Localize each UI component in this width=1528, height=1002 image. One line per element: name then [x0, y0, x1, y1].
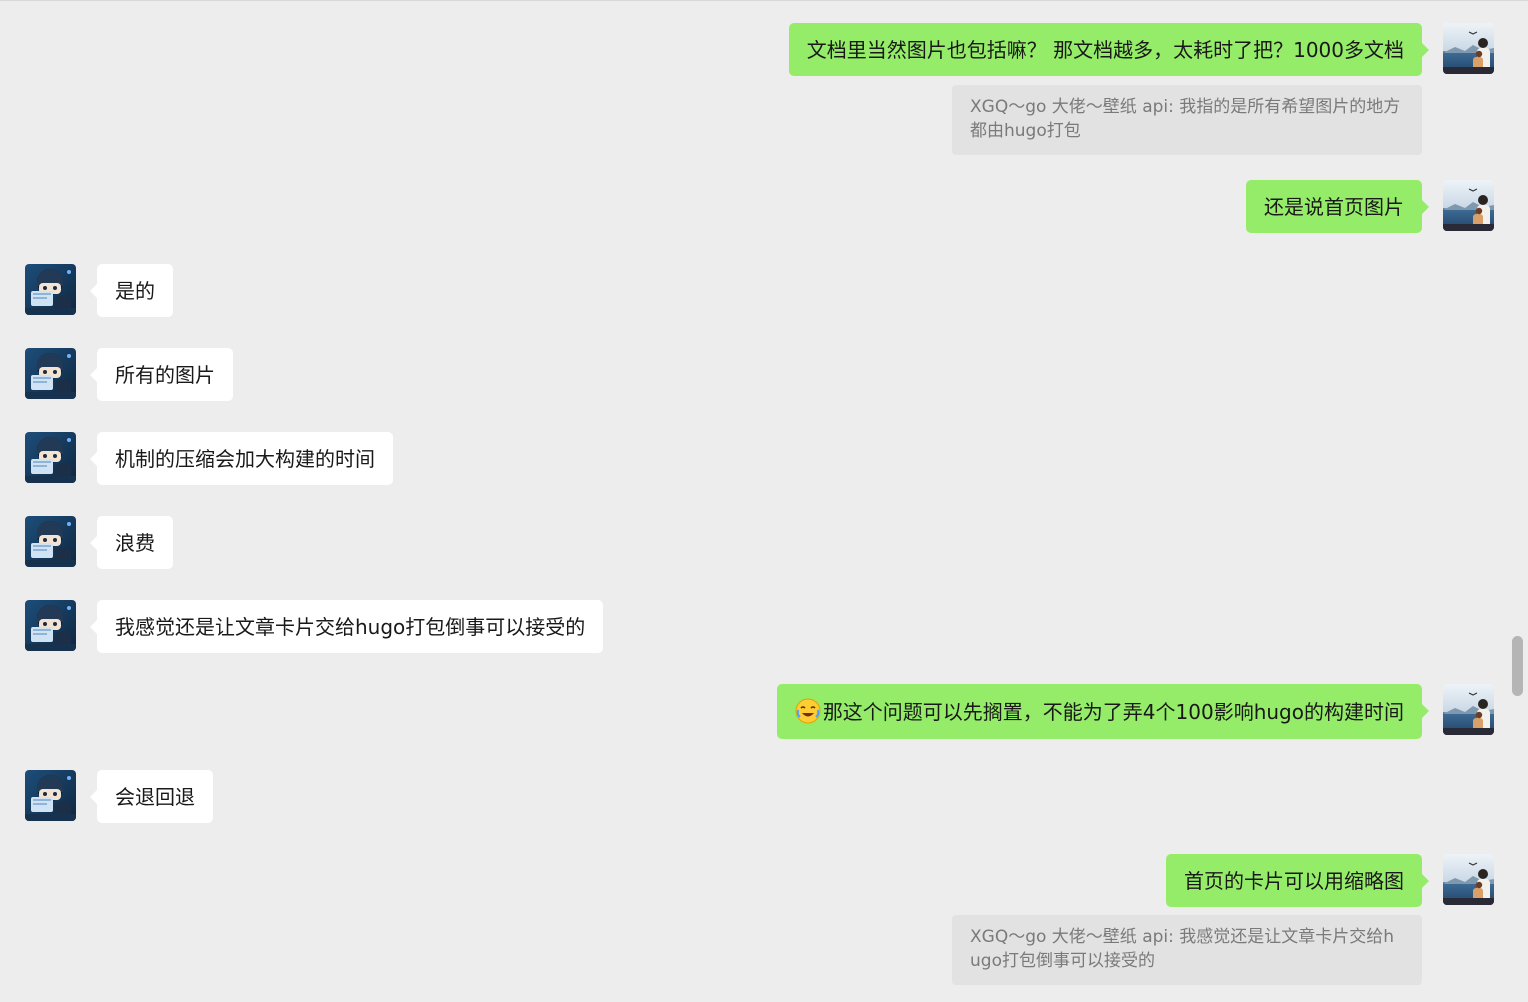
message-text: 我感觉还是让文章卡片交给hugo打包倒事可以接受的 [115, 615, 586, 639]
avatar-image-icon [1443, 23, 1494, 74]
quote-text: XGQ～go 大佬～壁纸 api: 我感觉还是让文章卡片交给hugo打包倒事可以… [970, 927, 1395, 971]
my-avatar[interactable] [1443, 684, 1494, 735]
quote-text: XGQ～go 大佬～壁纸 api: 我指的是所有希望图片的地方都由hugo打包 [970, 97, 1401, 141]
contact-message-bubble[interactable]: 会退回退 [90, 770, 213, 823]
vertical-scrollbar[interactable] [1512, 636, 1523, 696]
avatar-image-icon [25, 348, 76, 399]
contact-message-bubble[interactable]: 浪费 [90, 516, 173, 569]
message-text: 所有的图片 [115, 363, 215, 387]
avatar-image-icon [25, 770, 76, 821]
my-message-bubble[interactable]: 那这个问题可以先搁置，不能为了弄4个100影响hugo的构建时间 [776, 684, 1430, 739]
avatar-image-icon [1443, 854, 1494, 905]
quoted-reply[interactable]: XGQ～go 大佬～壁纸 api: 我感觉还是让文章卡片交给hugo打包倒事可以… [952, 915, 1422, 985]
contact-message-bubble[interactable]: 我感觉还是让文章卡片交给hugo打包倒事可以接受的 [89, 600, 604, 653]
message-text: 会退回退 [115, 785, 195, 809]
avatar-image-icon [25, 432, 76, 483]
avatar-image-icon [25, 264, 76, 315]
my-message-bubble[interactable]: 还是说首页图片 [1246, 180, 1429, 233]
contact-avatar[interactable] [25, 516, 76, 567]
message-text: 首页的卡片可以用缩略图 [1184, 869, 1404, 893]
message-text: 机制的压缩会加大构建的时间 [115, 447, 375, 471]
contact-avatar[interactable] [25, 264, 76, 315]
my-avatar[interactable] [1443, 23, 1494, 74]
message-text: 还是说首页图片 [1264, 195, 1404, 219]
avatar-image-icon [1443, 684, 1494, 735]
avatar-image-icon [25, 516, 76, 567]
contact-avatar[interactable] [25, 600, 76, 651]
avatar-image-icon [25, 600, 76, 651]
message-text: 浪费 [115, 531, 155, 555]
contact-message-bubble[interactable]: 机制的压缩会加大构建的时间 [90, 432, 393, 485]
my-avatar[interactable] [1443, 854, 1494, 905]
laughing-crying-emoji-icon [795, 698, 821, 724]
contact-message-bubble[interactable]: 是的 [90, 264, 173, 317]
chat-message-list[interactable]: 文档里当然图片也包括嘛？ 那文档越多，太耗时了把？1000多文档 XGQ～go … [0, 0, 1528, 1002]
contact-avatar[interactable] [25, 348, 76, 399]
message-text: 那这个问题可以先搁置，不能为了弄4个100影响hugo的构建时间 [822, 700, 1404, 724]
message-text: 文档里当然图片也包括嘛？ 那文档越多，太耗时了把？1000多文档 [806, 38, 1404, 62]
contact-avatar[interactable] [25, 770, 76, 821]
contact-message-bubble[interactable]: 所有的图片 [90, 348, 233, 401]
my-avatar[interactable] [1443, 180, 1494, 231]
my-message-bubble[interactable]: 文档里当然图片也包括嘛？ 那文档越多，太耗时了把？1000多文档 [788, 23, 1430, 76]
quoted-reply[interactable]: XGQ～go 大佬～壁纸 api: 我指的是所有希望图片的地方都由hugo打包 [952, 85, 1422, 155]
message-text: 是的 [115, 279, 155, 303]
my-message-bubble[interactable]: 首页的卡片可以用缩略图 [1166, 854, 1429, 907]
contact-avatar[interactable] [25, 432, 76, 483]
avatar-image-icon [1443, 180, 1494, 231]
